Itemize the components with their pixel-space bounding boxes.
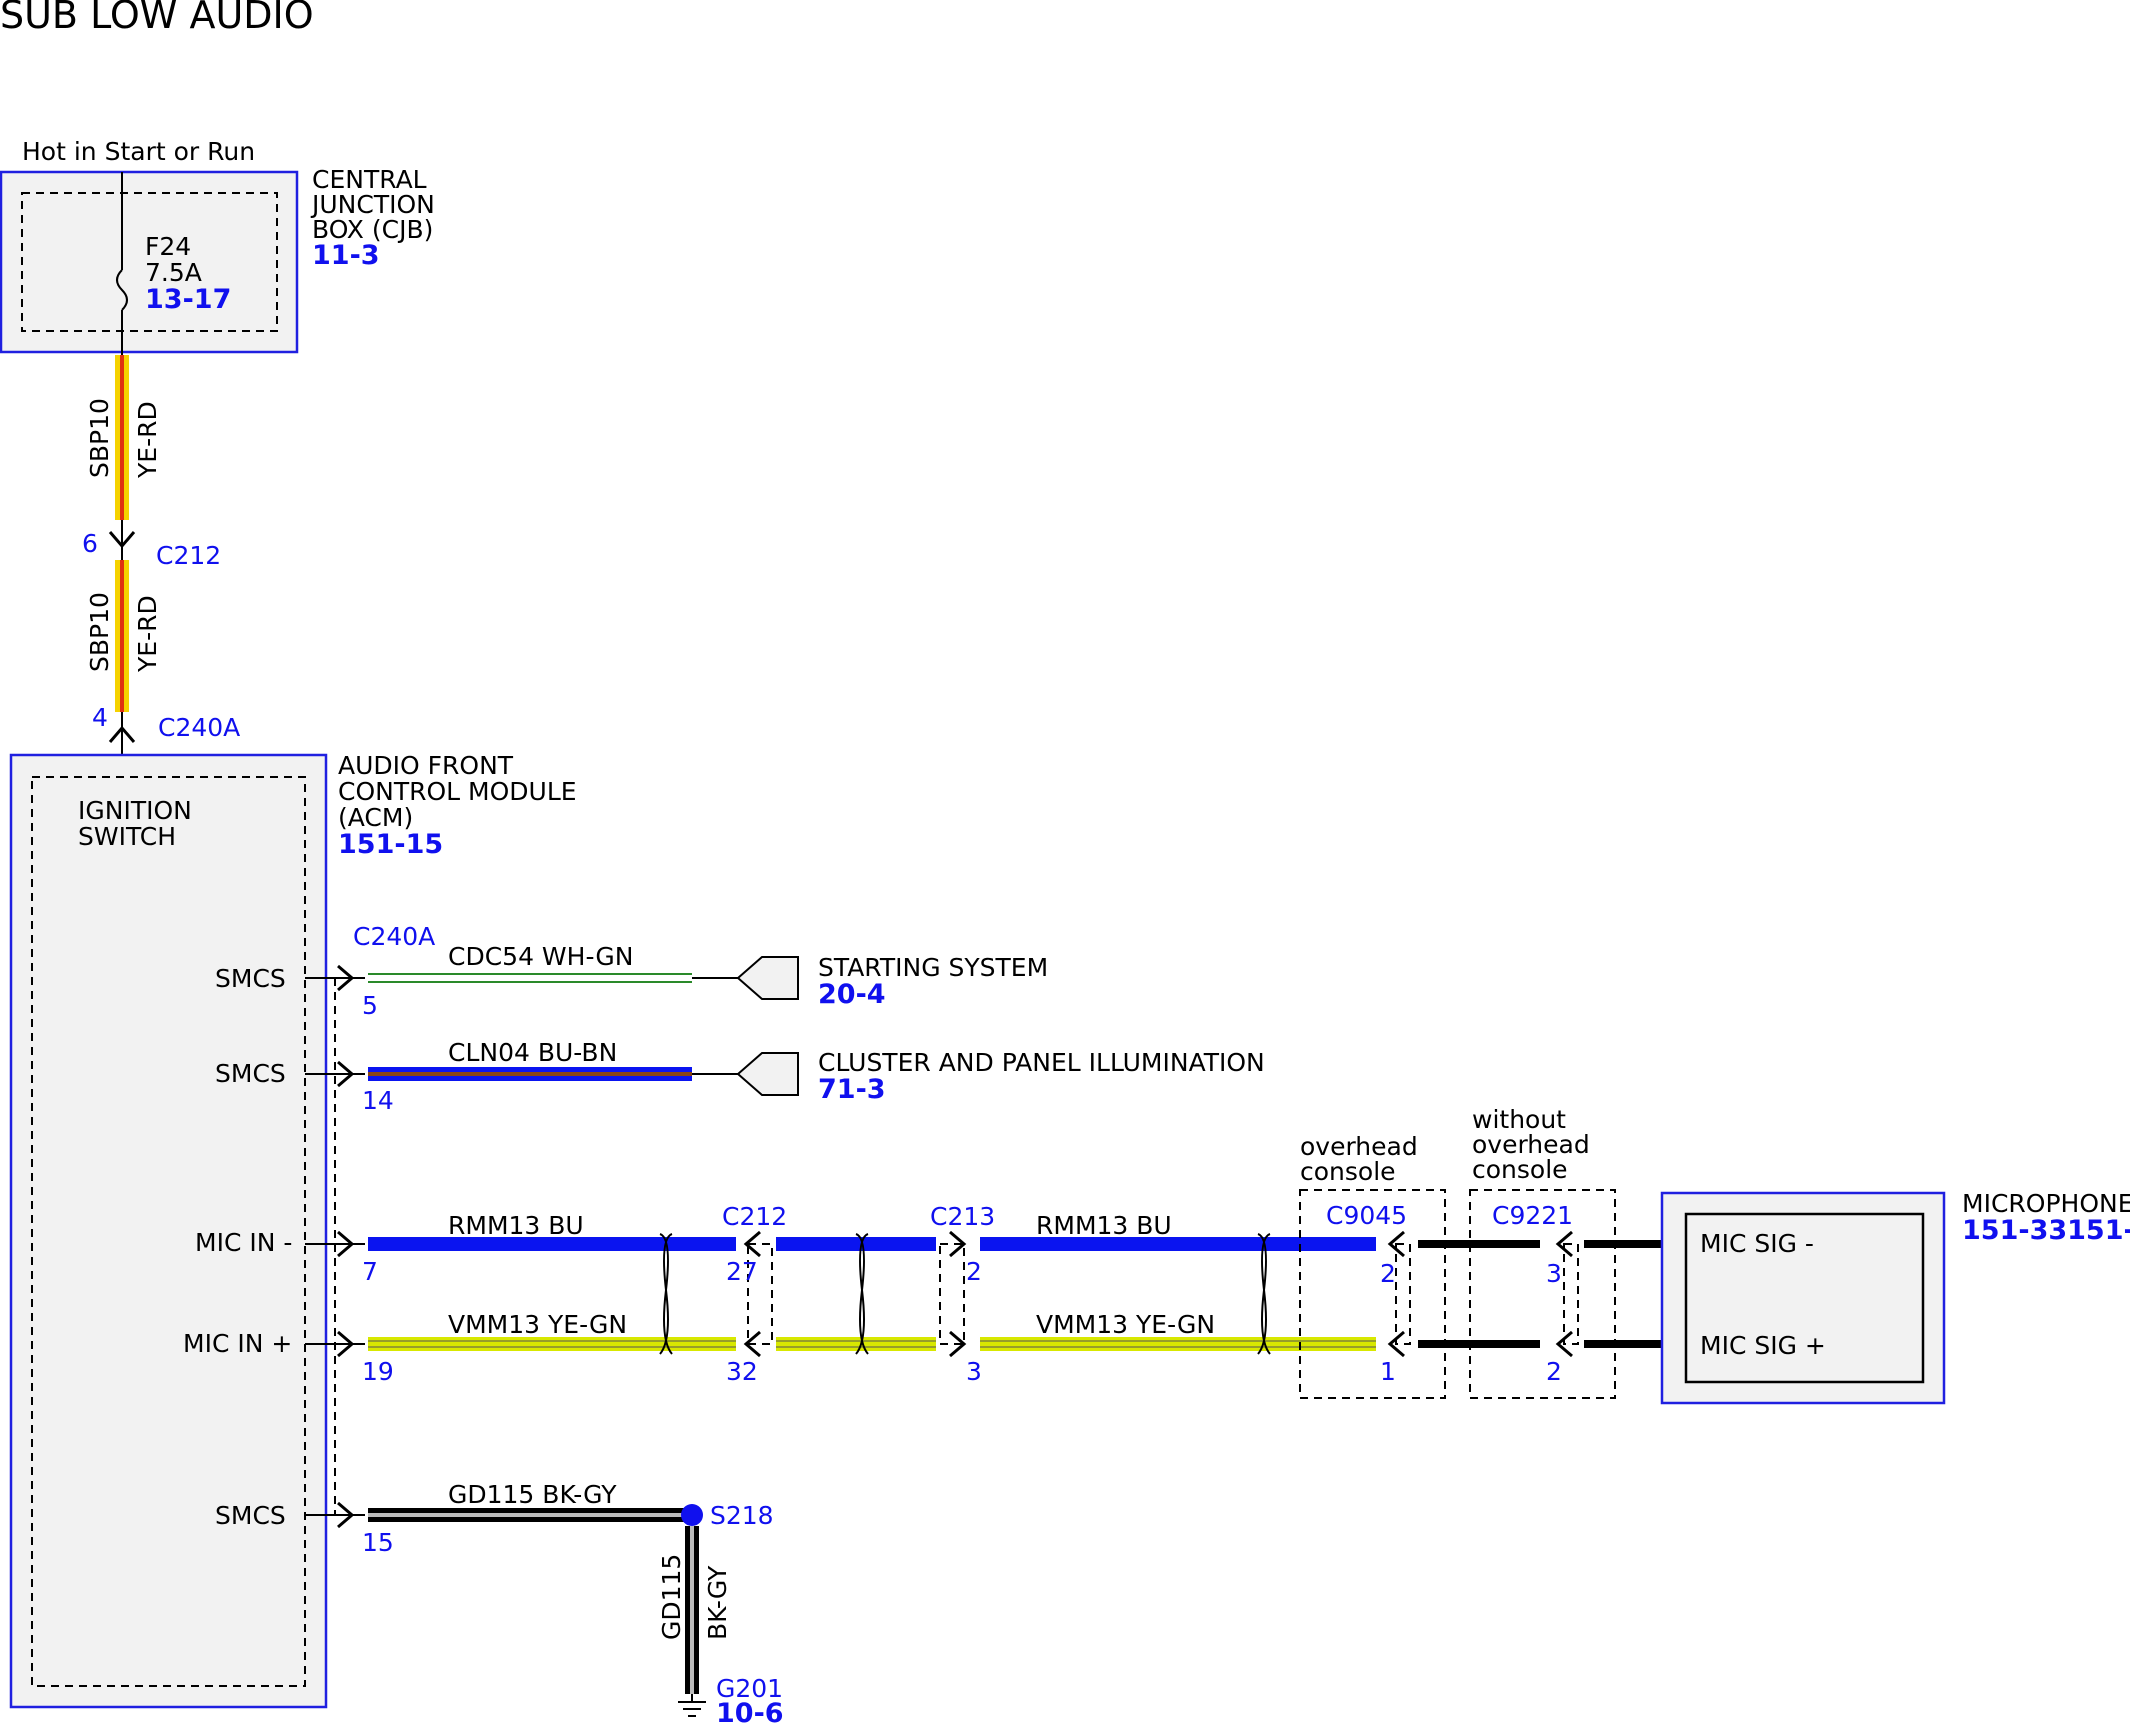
c212-mid-pin-b: 32 (726, 1357, 758, 1386)
sbp10-lower-circuit: SBP10 (85, 592, 114, 672)
row5-label: SMCS (215, 1501, 286, 1530)
ignition-switch-line-2: SWITCH (78, 822, 176, 851)
c212-top-name[interactable]: C212 (156, 541, 221, 570)
wire-rmm13-mid[interactable] (776, 1237, 936, 1251)
row2-dest-ref[interactable]: 71-3 (818, 1074, 886, 1105)
microphone-name: MICROPHONE (1962, 1189, 2130, 1218)
microphone-ref[interactable]: 151-33151-34 (1962, 1215, 2130, 1246)
acm-name-line-2: CONTROL MODULE (338, 777, 577, 806)
c240a-top-name[interactable]: C240A (158, 713, 240, 742)
c9045-name[interactable]: C9045 (1326, 1201, 1407, 1230)
wire-sbp10-lower[interactable] (115, 560, 129, 712)
wire-black-a-segment-2[interactable] (1584, 1240, 1664, 1248)
row1-dest-ref[interactable]: 20-4 (818, 979, 886, 1010)
row2-circuit: CLN04 BU-BN (448, 1038, 617, 1067)
mic-pin-b: MIC SIG + (1700, 1331, 1826, 1360)
c9045-pin-b: 1 (1380, 1357, 1396, 1386)
wire-vmm13-left[interactable] (368, 1337, 736, 1351)
wire-sbp10-upper[interactable] (115, 355, 129, 520)
cjb-ref[interactable]: 11-3 (312, 240, 380, 271)
c240a-left-name[interactable]: C240A (353, 922, 435, 951)
right-circuit-a: RMM13 BU (1036, 1211, 1172, 1240)
wire-cln04[interactable] (368, 1067, 692, 1081)
c9221-pin-a: 3 (1546, 1259, 1562, 1288)
wire-black-a-segment-1[interactable] (1418, 1240, 1540, 1248)
splice-name[interactable]: S218 (710, 1501, 774, 1530)
wire-cdc54[interactable] (368, 973, 692, 983)
twisted-pair-left-icon (659, 1233, 673, 1355)
row1-label: SMCS (215, 964, 286, 993)
sbp10-upper-color: YE-RD (133, 401, 162, 479)
row3-pin: 7 (362, 1257, 378, 1286)
row4-circuit: VMM13 YE-GN (448, 1310, 627, 1339)
wire-gd115-horizontal[interactable] (368, 1508, 692, 1522)
row2-label: SMCS (215, 1059, 286, 1088)
twisted-pair-right-icon (1257, 1233, 1271, 1355)
ground-icon (678, 1694, 706, 1717)
c213-connector-shell (939, 1243, 965, 1345)
power-label: Hot in Start or Run (22, 137, 255, 166)
sbp10-upper-circuit: SBP10 (85, 398, 114, 478)
fuse-rating: 7.5A (145, 258, 202, 287)
c212-top-pin: 6 (82, 529, 98, 558)
cluster-illumination-arrow-icon[interactable] (736, 1052, 799, 1096)
starting-system-arrow-icon[interactable] (736, 956, 799, 1000)
row3-label: MIC IN - (195, 1228, 292, 1257)
splice-color: BK-GY (703, 1565, 732, 1640)
c9221-name[interactable]: C9221 (1492, 1201, 1573, 1230)
wire-black-b-segment-1[interactable] (1418, 1340, 1540, 1348)
acm-name-line-3: (ACM) (338, 803, 413, 832)
mic-pin-a: MIC SIG - (1700, 1229, 1814, 1258)
c212-mid-pin-a: 27 (726, 1257, 758, 1286)
ignition-switch-line-1: IGNITION (78, 796, 192, 825)
sbp10-lower-color: YE-RD (133, 595, 162, 673)
splice-circuit: GD115 (657, 1554, 686, 1640)
diagram-title: SUB LOW AUDIO (0, 0, 314, 37)
c9045-label-line-2: console (1300, 1157, 1396, 1186)
right-circuit-b: VMM13 YE-GN (1036, 1310, 1215, 1339)
wiring-diagram: SUB LOW AUDIO Hot in Start or Run CENTRA… (0, 0, 2130, 1723)
row5-circuit: GD115 BK-GY (448, 1480, 617, 1509)
c9221-pin-b: 2 (1546, 1357, 1562, 1386)
c212-mid-name[interactable]: C212 (722, 1202, 787, 1231)
c240a-top-pin: 4 (92, 703, 108, 732)
row4-label: MIC IN + (183, 1329, 292, 1358)
row2-dest: CLUSTER AND PANEL ILLUMINATION (818, 1048, 1265, 1077)
row2-pin: 14 (362, 1086, 394, 1115)
row1-dest: STARTING SYSTEM (818, 953, 1048, 982)
row3-circuit: RMM13 BU (448, 1211, 584, 1240)
wire-vmm13-mid[interactable] (776, 1337, 936, 1351)
fuse-name: F24 (145, 232, 191, 261)
c9221-label-line-3: console (1472, 1155, 1568, 1184)
acm-name-line-1: AUDIO FRONT (338, 751, 514, 780)
acm-ref[interactable]: 151-15 (338, 829, 443, 860)
row1-circuit: CDC54 WH-GN (448, 942, 633, 971)
row4-pin: 19 (362, 1357, 394, 1386)
fuse-ref[interactable]: 13-17 (145, 284, 231, 315)
wire-vmm13-right[interactable] (980, 1337, 1376, 1351)
twisted-pair-mid-icon (855, 1233, 869, 1355)
c213-pin-b: 3 (966, 1357, 982, 1386)
wire-black-b-segment-2[interactable] (1584, 1340, 1664, 1348)
c9045-pin-a: 2 (1380, 1259, 1396, 1288)
splice-s218-dot[interactable] (681, 1504, 703, 1526)
ground-ref[interactable]: 10-6 (716, 1698, 784, 1723)
row1-pin: 5 (362, 991, 378, 1020)
c213-pin-a: 2 (966, 1257, 982, 1286)
microphone-module[interactable] (1660, 1191, 1946, 1405)
row5-pin: 15 (362, 1528, 394, 1557)
wire-gd115-vertical[interactable] (685, 1526, 699, 1694)
c213-name[interactable]: C213 (930, 1202, 995, 1231)
